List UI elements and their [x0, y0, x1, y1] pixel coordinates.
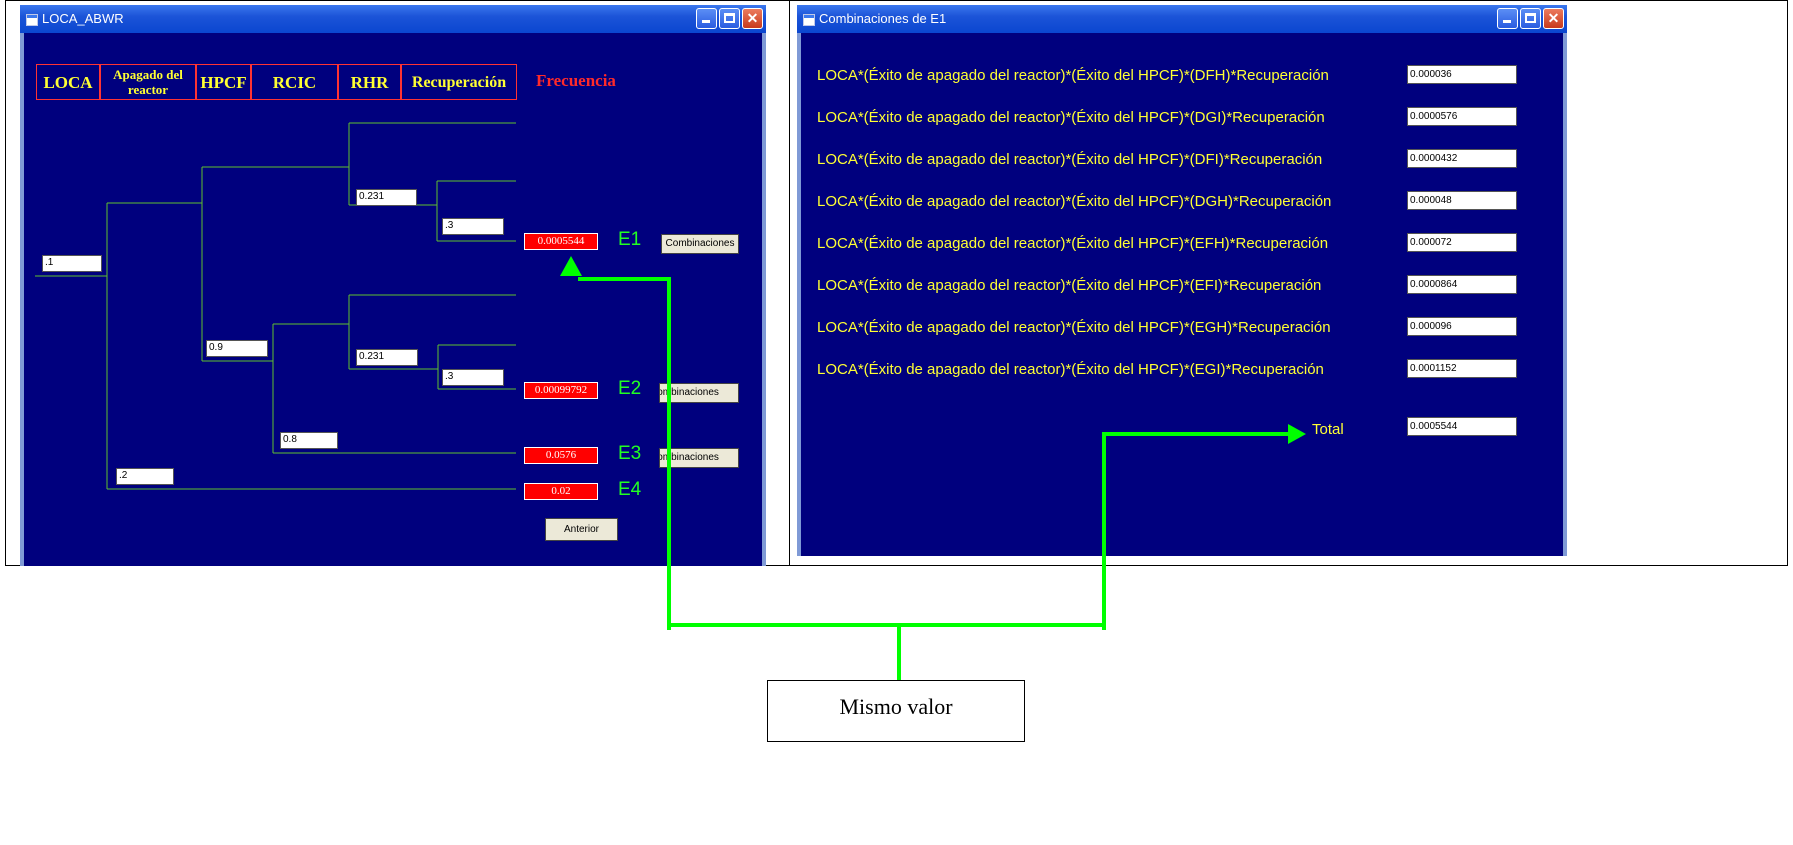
arrowhead-right-icon — [1288, 424, 1306, 444]
mismo-valor-callout: Mismo valor — [767, 680, 1025, 742]
arrow-to-e1 — [578, 277, 671, 630]
arrow-to-total — [1102, 432, 1292, 630]
arrowhead-up-icon — [560, 256, 582, 276]
